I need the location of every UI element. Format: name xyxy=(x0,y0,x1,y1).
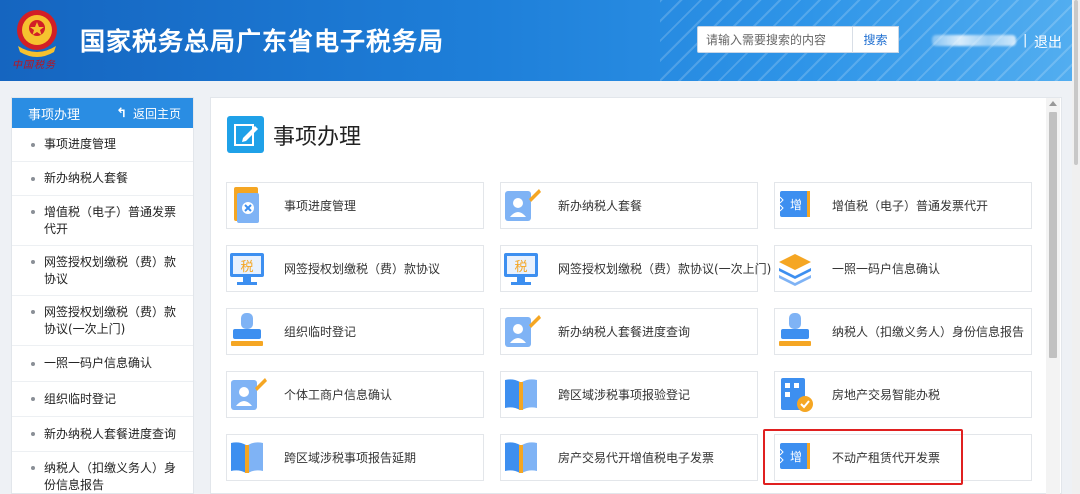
book-icon xyxy=(505,442,537,473)
tile-individual-business-confirm[interactable]: 个体工商户信息确认 xyxy=(226,371,484,418)
sidebar-item-label: 新办纳税人套餐进度查询 xyxy=(44,426,177,441)
tile-cross-region-extension[interactable]: 跨区域涉税事项报告延期 xyxy=(226,434,484,481)
search-input[interactable] xyxy=(697,26,853,53)
sidebar-item-label: 一照一码户信息确认 xyxy=(44,356,153,370)
sidebar-item-license-confirm[interactable]: 一照一码户信息确认 xyxy=(12,346,193,382)
tile-online-agreement-visit[interactable]: 税 网签授权划缴税（费）款协议(一次上门) xyxy=(500,245,771,292)
tile-identity-report[interactable]: 纳税人（扣缴义务人）身份信息报告 xyxy=(774,308,1032,355)
sidebar-item-online-agreement[interactable]: 网签授权划缴税（费）款协议 xyxy=(12,246,193,296)
sidebar-item-label: 新办纳税人套餐 xyxy=(44,171,129,185)
book-icon xyxy=(505,379,537,410)
user-pen-icon xyxy=(231,378,267,410)
tax-monitor-icon: 税 xyxy=(230,253,264,285)
tile-cross-region-registration[interactable]: 跨区域涉税事项报验登记 xyxy=(500,371,758,418)
tile-progress-management[interactable]: 事项进度管理 xyxy=(226,182,484,229)
tile-label: 网签授权划缴税（费）款协议 xyxy=(284,262,441,276)
tax-monitor-icon: 税 xyxy=(504,253,538,285)
tile-label: 房产交易代开增值税电子发票 xyxy=(558,451,715,465)
invoice-ticket-icon: 增 xyxy=(779,191,810,217)
tile-new-taxpayer-package[interactable]: 新办纳税人套餐 xyxy=(500,182,758,229)
tile-label: 一照一码户信息确认 xyxy=(832,262,941,276)
svg-text:税: 税 xyxy=(514,260,527,275)
sidebar-item-label: 网签授权划缴税（费）款协议 xyxy=(44,255,177,286)
main-scrollbar[interactable] xyxy=(1046,98,1060,494)
sidebar-item-progress[interactable]: 事项进度管理 xyxy=(12,128,193,162)
tile-label: 网签授权划缴税（费）款协议(一次上门) xyxy=(558,262,772,276)
back-arrow-icon: ↰ xyxy=(116,105,127,121)
tile-label: 新办纳税人套餐进度查询 xyxy=(558,325,691,339)
layers-icon xyxy=(779,254,811,286)
tile-label: 纳税人（扣缴义务人）身份信息报告 xyxy=(832,325,1025,339)
edit-icon xyxy=(227,116,264,153)
tile-label: 增值税（电子）普通发票代开 xyxy=(832,199,989,213)
sidebar-item-vat-invoice[interactable]: 增值税（电子）普通发票代开 xyxy=(12,196,193,246)
tile-label: 房地产交易智能办税 xyxy=(832,388,941,402)
emblem-caption: 中国税务 xyxy=(12,60,56,71)
tile-vat-invoice-issue[interactable]: 增 增值税（电子）普通发票代开 xyxy=(774,182,1032,229)
tile-label: 个体工商户信息确认 xyxy=(284,388,393,402)
stamp-icon xyxy=(779,313,811,346)
tile-label: 跨区域涉税事项报验登记 xyxy=(558,388,691,402)
header-divider: | xyxy=(1023,33,1028,48)
main-panel: 事项办理 事项进度管理 新办纳税人套餐 增 增值税（电子）普通发票代开 税 网签… xyxy=(210,97,1062,494)
site-title: 国家税务总局广东省电子税务局 xyxy=(80,27,445,56)
invoice-ticket-icon: 增 xyxy=(779,443,810,469)
sidebar-item-new-taxpayer[interactable]: 新办纳税人套餐 xyxy=(12,162,193,196)
page-scrollbar-thumb[interactable] xyxy=(1074,0,1078,165)
tile-package-query[interactable]: 新办纳税人套餐进度查询 xyxy=(500,308,758,355)
sidebar-item-label: 组织临时登记 xyxy=(44,391,117,406)
cancel-document-icon xyxy=(234,187,259,223)
back-home-label: 返回主页 xyxy=(132,106,181,121)
tile-label: 组织临时登记 xyxy=(284,325,357,339)
user-pen-icon xyxy=(505,315,541,347)
tile-label: 跨区域涉税事项报告延期 xyxy=(284,451,417,465)
sidebar: 事项办理 ↰ 返回主页 事项进度管理 新办纳税人套餐 增值税（电子）普通发票代开… xyxy=(11,97,194,494)
tile-license-confirm[interactable]: 一照一码户信息确认 xyxy=(774,245,1032,292)
tile-online-agreement[interactable]: 税 网签授权划缴税（费）款协议 xyxy=(226,245,484,292)
sidebar-item-package-query[interactable]: 新办纳税人套餐进度查询 xyxy=(12,417,193,452)
sidebar-item-temp-registration[interactable]: 组织临时登记 xyxy=(12,382,193,417)
sidebar-item-online-agreement-visit[interactable]: 网签授权划缴税（费）款协议(一次上门) xyxy=(12,296,193,346)
logout-link[interactable]: 退出 xyxy=(1034,32,1062,52)
svg-text:增: 增 xyxy=(790,450,802,464)
tile-label: 事项进度管理 xyxy=(284,199,357,213)
sidebar-title: 事项办理 xyxy=(28,107,81,123)
building-check-icon xyxy=(781,378,813,412)
tile-label: 新办纳税人套餐 xyxy=(558,199,643,213)
back-home-link[interactable]: ↰ 返回主页 xyxy=(116,105,181,122)
svg-text:税: 税 xyxy=(240,260,253,275)
page-title: 事项办理 xyxy=(273,125,362,150)
sidebar-header: 事项办理 ↰ 返回主页 xyxy=(12,98,193,128)
sidebar-item-label: 纳税人（扣缴义务人）身份信息报告 xyxy=(44,461,177,492)
sidebar-item-label: 网签授权划缴税（费）款协议(一次上门) xyxy=(44,305,177,336)
tile-temp-registration[interactable]: 组织临时登记 xyxy=(226,308,484,355)
top-header: 中国税务 国家税务总局广东省电子税务局 搜索 | 退出 xyxy=(0,0,1080,81)
tile-property-lease-invoice[interactable]: 增 不动产租赁代开发票 xyxy=(774,434,1032,481)
stamp-icon xyxy=(231,313,263,346)
user-pen-icon xyxy=(505,189,541,221)
scroll-up-icon[interactable] xyxy=(1049,101,1057,106)
book-icon xyxy=(231,442,263,473)
username-blurred xyxy=(932,35,1016,46)
scrollbar-thumb[interactable] xyxy=(1049,112,1057,358)
sidebar-item-label: 事项进度管理 xyxy=(44,137,117,151)
tile-label: 不动产租赁代开发票 xyxy=(832,451,941,465)
sidebar-item-identity-report[interactable]: 纳税人（扣缴义务人）身份信息报告 xyxy=(12,452,193,493)
svg-text:增: 增 xyxy=(790,198,802,212)
sidebar-item-label: 增值税（电子）普通发票代开 xyxy=(44,205,177,236)
page-scrollbar[interactable] xyxy=(1072,0,1080,494)
search-button[interactable]: 搜索 xyxy=(852,26,899,53)
tile-property-vat-einvoice[interactable]: 房产交易代开增值税电子发票 xyxy=(500,434,758,481)
tile-real-estate-smart-tax[interactable]: 房地产交易智能办税 xyxy=(774,371,1032,418)
